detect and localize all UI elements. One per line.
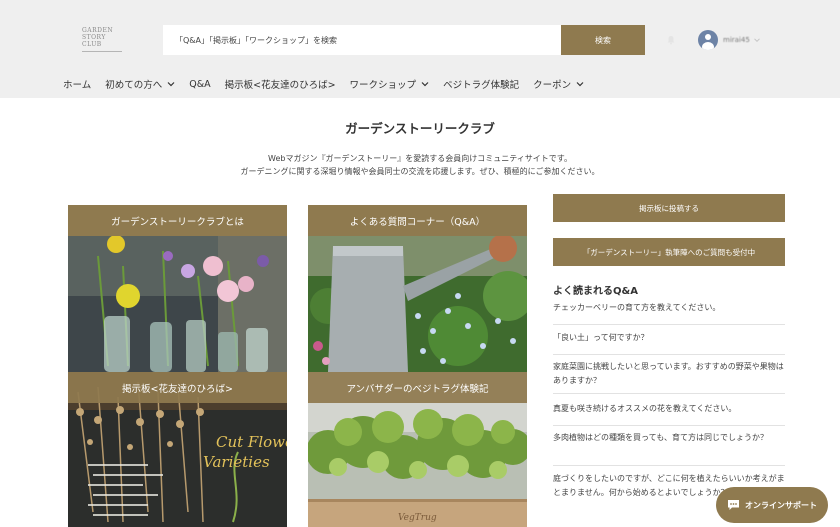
nav-item-label: ベジトラグ体験記 — [443, 80, 520, 91]
page-title: ガーデンストーリークラブ — [345, 121, 495, 136]
nav-item-beginners[interactable]: 初めての方へ — [105, 77, 175, 91]
nav-item-qa[interactable]: Q&A — [189, 79, 210, 90]
chat-bubble-icon — [728, 500, 739, 510]
intro-line: ガーデニングに関する深堀り情報や会員同士の交流を応援します。ぜひ、積極的にご参加… — [240, 167, 600, 176]
main-nav: ホーム 初めての方へ Q&A 掲示板<花友達のひろば> ワークショップ ベジトラ… — [63, 74, 598, 94]
support-label: オンラインサポート — [745, 500, 817, 510]
faq-item[interactable]: 真夏も咲き続けるオススメの花を教えてください。 — [553, 402, 785, 426]
logo-line: GARDEN — [82, 27, 114, 34]
account-menu[interactable]: mirai45 — [698, 30, 760, 50]
nav-item-home[interactable]: ホーム — [63, 77, 91, 91]
site-logo[interactable]: GARDEN STORY CLUB — [82, 27, 126, 57]
ask-writers-button[interactable]: 「ガーデンストーリー」執筆陣へのご質問も受付中 — [553, 238, 785, 266]
chevron-down-icon — [421, 82, 429, 87]
nav-item-coupon[interactable]: クーポン — [533, 77, 584, 91]
card-about-header[interactable]: ガーデンストーリークラブとは — [68, 205, 287, 236]
nav-item-board[interactable]: 掲示板<花友達のひろば> — [225, 77, 336, 91]
chalkboard-text: Varieties — [203, 453, 270, 471]
intro-line: Webマガジン『ガーデンストーリー』を愛読する会員向けコミュニティサイトです。 — [268, 154, 572, 163]
nav-item-label: ホーム — [63, 80, 92, 91]
nav-item-label: 掲示板<花友達のひろば> — [224, 80, 336, 91]
chalkboard-text: Cut Flower — [216, 433, 287, 451]
site-header: GARDEN STORY CLUB 検索 mirai45 ホーム 初めての方へ … — [0, 0, 840, 98]
faq-heading: よく読まれるQ&A — [553, 286, 638, 297]
card-vegtrug-header[interactable]: アンバサダーのベジトラグ体験記 — [308, 372, 527, 403]
planter-text: VegTrug — [398, 513, 437, 523]
account-name: mirai45 — [723, 36, 750, 44]
watering-can-photo[interactable] — [308, 236, 527, 372]
post-to-board-button[interactable]: 掲示板に投稿する — [553, 194, 785, 222]
nav-item-vegtrug[interactable]: ベジトラグ体験記 — [443, 77, 519, 91]
nav-item-label: クーポン — [533, 80, 572, 91]
nav-item-label: ワークショップ — [349, 80, 417, 91]
nav-item-label: Q&A — [189, 78, 211, 90]
intro-text: Webマガジン『ガーデンストーリー』を愛読する会員向けコミュニティサイトです。 … — [0, 152, 840, 178]
online-support-button[interactable]: オンラインサポート — [716, 487, 828, 523]
logo-line: STORY — [82, 34, 106, 41]
card-board-header[interactable]: 掲示板<花友達のひろば> — [68, 372, 287, 403]
nav-item-workshop[interactable]: ワークショップ — [350, 77, 430, 91]
avatar — [698, 30, 718, 50]
nav-item-label: 初めての方へ — [105, 80, 163, 91]
chevron-down-icon — [576, 82, 584, 87]
logo-rule — [82, 51, 122, 52]
chevron-down-icon — [753, 38, 760, 43]
card-faq-header[interactable]: よくある質問コーナー（Q&A） — [308, 205, 527, 236]
faq-item[interactable]: 家庭菜園に挑戦したいと思っています。おすすめの野菜や果物はありますか？ — [553, 360, 785, 394]
search-input[interactable] — [163, 25, 561, 55]
notification-bell-icon[interactable] — [666, 35, 676, 45]
faq-item[interactable]: チェッカーベリーの育て方を教えてください。 — [553, 301, 785, 325]
faq-item[interactable]: 多肉植物はどの種類を買っても、育て方は同じでしょうか？ — [553, 431, 785, 466]
chevron-down-icon — [167, 82, 175, 87]
faq-item[interactable]: 「良い土」って何ですか？ — [553, 331, 785, 355]
flowers-in-vases-photo[interactable] — [68, 236, 287, 372]
logo-line: CLUB — [82, 41, 102, 48]
search-button[interactable]: 検索 — [561, 25, 645, 55]
